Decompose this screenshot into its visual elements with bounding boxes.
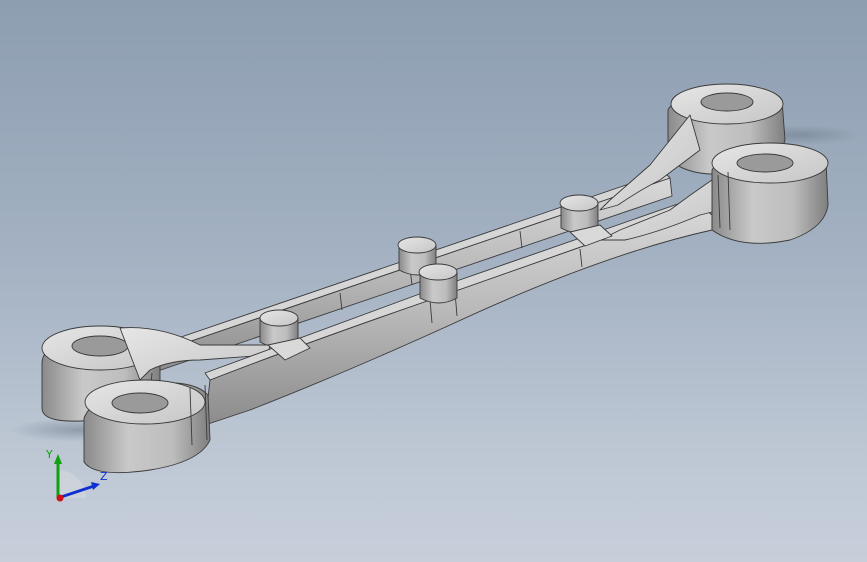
upper-right-boss-hole bbox=[700, 92, 754, 112]
graphics-viewport[interactable]: Y Z bbox=[0, 0, 867, 562]
lower-rail[interactable] bbox=[83, 142, 829, 474]
triad-y-arrow bbox=[54, 454, 62, 464]
lower-left-boss-hole bbox=[111, 392, 169, 414]
upper-left-boss-hole bbox=[71, 335, 129, 357]
triad-z-arrow bbox=[91, 482, 100, 490]
cad-model-view[interactable] bbox=[0, 0, 867, 562]
pin-middle-front[interactable] bbox=[418, 263, 458, 304]
triad-z-label: Z bbox=[100, 470, 108, 483]
triad-x-axis bbox=[56, 494, 64, 502]
lower-right-boss-hole bbox=[736, 153, 794, 173]
reference-triad[interactable]: Y Z bbox=[36, 440, 116, 510]
triad-y-label: Y bbox=[45, 448, 53, 461]
